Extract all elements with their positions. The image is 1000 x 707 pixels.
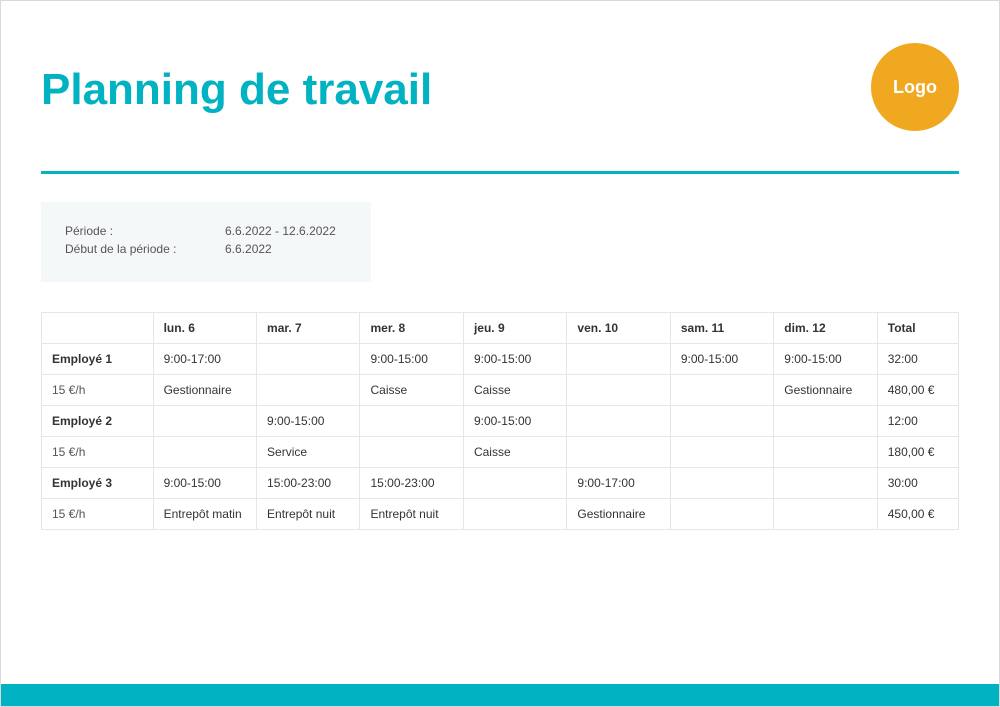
role-cell: Service bbox=[257, 437, 360, 468]
meta-label-start: Début de la période : bbox=[65, 242, 225, 256]
meta-value-start: 6.6.2022 bbox=[225, 242, 347, 256]
total-time: 30:00 bbox=[877, 468, 958, 499]
col-day-2: mer. 8 bbox=[360, 313, 463, 344]
role-cell: Entrepôt nuit bbox=[360, 499, 463, 530]
meta-row-period: Période : 6.6.2022 - 12.6.2022 bbox=[65, 224, 347, 238]
col-day-1: mar. 7 bbox=[257, 313, 360, 344]
document-page: Planning de travail Logo Période : 6.6.2… bbox=[0, 0, 1000, 707]
col-day-5: sam. 11 bbox=[670, 313, 773, 344]
role-cell bbox=[774, 437, 877, 468]
meta-value-period: 6.6.2022 - 12.6.2022 bbox=[225, 224, 347, 238]
time-cell bbox=[153, 406, 256, 437]
footer-bar bbox=[1, 684, 999, 706]
time-cell: 15:00-23:00 bbox=[360, 468, 463, 499]
employee-rate: 15 €/h bbox=[42, 437, 154, 468]
page-title: Planning de travail bbox=[41, 65, 432, 115]
table-row: 15 €/hGestionnaireCaisseCaisseGestionnai… bbox=[42, 375, 959, 406]
employee-name: Employé 1 bbox=[42, 344, 154, 375]
table-row: Employé 19:00-17:009:00-15:009:00-15:009… bbox=[42, 344, 959, 375]
col-name bbox=[42, 313, 154, 344]
time-cell: 9:00-15:00 bbox=[463, 344, 566, 375]
total-pay: 180,00 € bbox=[877, 437, 958, 468]
employee-name: Employé 3 bbox=[42, 468, 154, 499]
time-cell: 9:00-15:00 bbox=[257, 406, 360, 437]
role-cell: Gestionnaire bbox=[153, 375, 256, 406]
role-cell bbox=[463, 499, 566, 530]
time-cell bbox=[774, 406, 877, 437]
col-day-6: dim. 12 bbox=[774, 313, 877, 344]
content: Planning de travail Logo Période : 6.6.2… bbox=[1, 1, 999, 530]
time-cell bbox=[774, 468, 877, 499]
time-cell: 9:00-15:00 bbox=[153, 468, 256, 499]
time-cell: 9:00-15:00 bbox=[360, 344, 463, 375]
table-row: Employé 39:00-15:0015:00-23:0015:00-23:0… bbox=[42, 468, 959, 499]
schedule-table: lun. 6 mar. 7 mer. 8 jeu. 9 ven. 10 sam.… bbox=[41, 312, 959, 530]
role-cell bbox=[567, 375, 670, 406]
header-row: lun. 6 mar. 7 mer. 8 jeu. 9 ven. 10 sam.… bbox=[42, 313, 959, 344]
employee-name: Employé 2 bbox=[42, 406, 154, 437]
table-row: Employé 2 9:00-15:00 9:00-15:00 12:00 bbox=[42, 406, 959, 437]
employee-rate: 15 €/h bbox=[42, 499, 154, 530]
time-cell bbox=[360, 406, 463, 437]
time-cell: 9:00-15:00 bbox=[463, 406, 566, 437]
role-cell bbox=[670, 499, 773, 530]
logo-badge: Logo bbox=[871, 43, 959, 131]
col-day-0: lun. 6 bbox=[153, 313, 256, 344]
time-cell: 9:00-17:00 bbox=[567, 468, 670, 499]
col-day-4: ven. 10 bbox=[567, 313, 670, 344]
time-cell: 9:00-15:00 bbox=[774, 344, 877, 375]
total-pay: 480,00 € bbox=[877, 375, 958, 406]
meta-box: Période : 6.6.2022 - 12.6.2022 Début de … bbox=[41, 202, 371, 282]
role-cell bbox=[670, 437, 773, 468]
time-cell bbox=[257, 344, 360, 375]
role-cell: Caisse bbox=[463, 375, 566, 406]
table-row: 15 €/hEntrepôt matinEntrepôt nuitEntrepô… bbox=[42, 499, 959, 530]
role-cell: Entrepôt nuit bbox=[257, 499, 360, 530]
role-cell: Caisse bbox=[360, 375, 463, 406]
employee-rate: 15 €/h bbox=[42, 375, 154, 406]
time-cell bbox=[567, 406, 670, 437]
role-cell bbox=[153, 437, 256, 468]
role-cell: Entrepôt matin bbox=[153, 499, 256, 530]
col-total: Total bbox=[877, 313, 958, 344]
role-cell bbox=[774, 499, 877, 530]
table-row: 15 €/h Service Caisse 180,00 € bbox=[42, 437, 959, 468]
role-cell bbox=[567, 437, 670, 468]
time-cell: 9:00-17:00 bbox=[153, 344, 256, 375]
time-cell bbox=[670, 468, 773, 499]
role-cell: Gestionnaire bbox=[774, 375, 877, 406]
meta-label-period: Période : bbox=[65, 224, 225, 238]
total-time: 12:00 bbox=[877, 406, 958, 437]
role-cell bbox=[670, 375, 773, 406]
time-cell bbox=[567, 344, 670, 375]
role-cell bbox=[360, 437, 463, 468]
header-row: Planning de travail Logo bbox=[41, 49, 959, 131]
col-day-3: jeu. 9 bbox=[463, 313, 566, 344]
role-cell: Caisse bbox=[463, 437, 566, 468]
total-pay: 450,00 € bbox=[877, 499, 958, 530]
time-cell bbox=[670, 406, 773, 437]
role-cell: Gestionnaire bbox=[567, 499, 670, 530]
total-time: 32:00 bbox=[877, 344, 958, 375]
time-cell: 15:00-23:00 bbox=[257, 468, 360, 499]
role-cell bbox=[257, 375, 360, 406]
divider bbox=[41, 171, 959, 174]
time-cell bbox=[463, 468, 566, 499]
meta-row-start: Début de la période : 6.6.2022 bbox=[65, 242, 347, 256]
time-cell: 9:00-15:00 bbox=[670, 344, 773, 375]
